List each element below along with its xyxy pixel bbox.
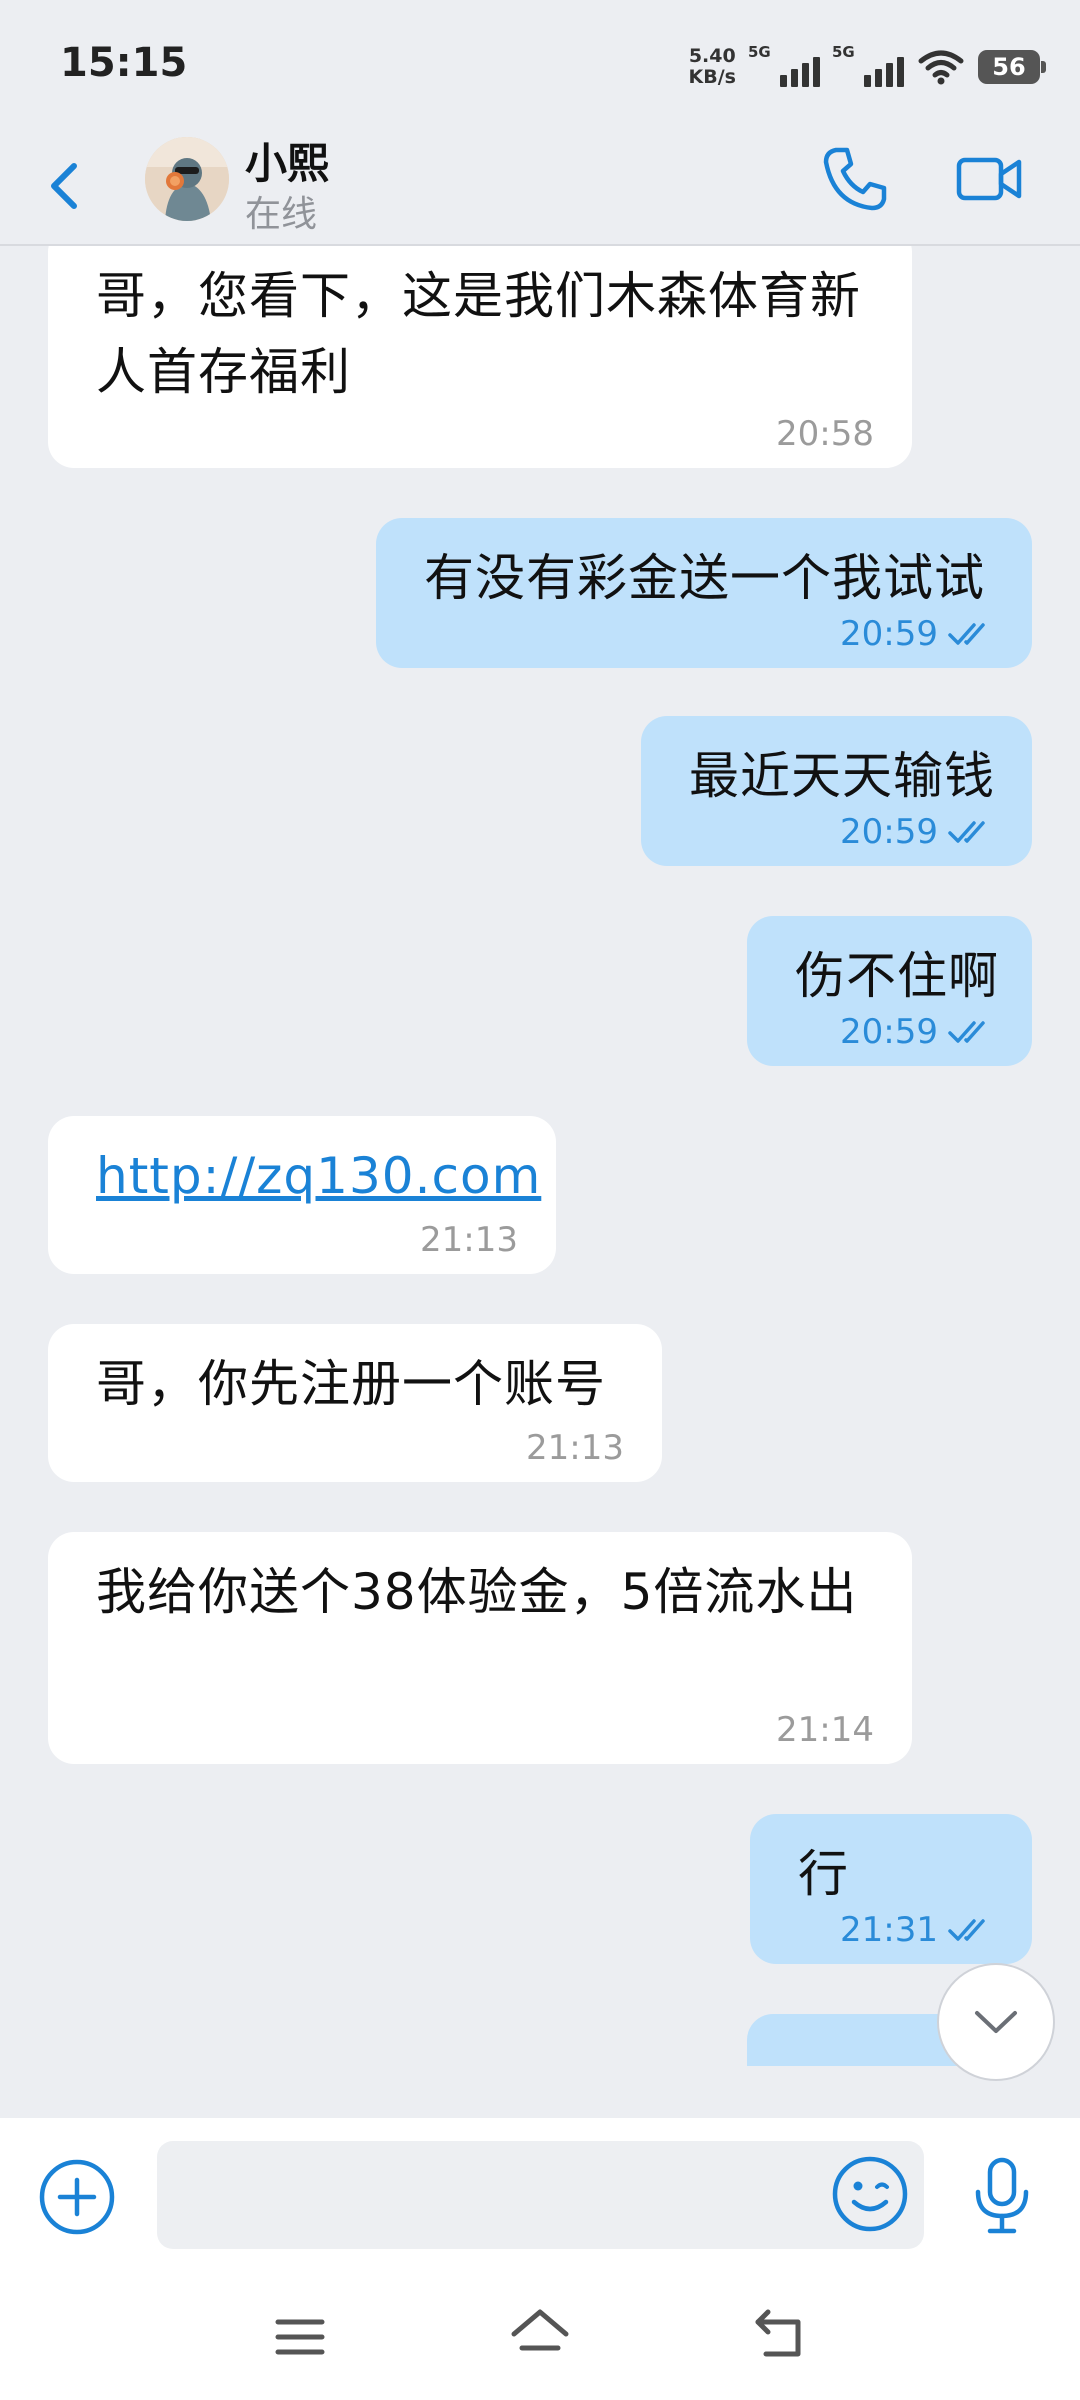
message-time: 20:58 <box>776 414 874 454</box>
sim1-label: 5G <box>748 43 771 61</box>
sim2-label: 5G <box>832 43 855 61</box>
attach-button[interactable] <box>38 2158 116 2236</box>
back-icon <box>755 2309 801 2357</box>
nav-home-button[interactable] <box>508 2304 572 2364</box>
message-bubble-incoming[interactable]: 哥，你先注册一个账号 21:13 <box>48 1324 662 1482</box>
system-navigation-bar <box>0 2288 1080 2400</box>
message-text: 伤不住啊 <box>795 947 999 1005</box>
read-receipt-icon <box>948 821 985 843</box>
avatar[interactable] <box>145 137 229 221</box>
message-text: 有没有彩金送一个我试试 <box>424 549 985 607</box>
message-meta: 21:13 <box>420 1220 518 1260</box>
message-text: 最近天天输钱 <box>689 747 995 805</box>
signal-sim1-icon: 5G <box>748 43 820 87</box>
microphone-icon <box>975 2157 1029 2234</box>
message-meta: 20:59 <box>840 614 994 654</box>
network-speed: 5.40 KB/s <box>689 46 736 88</box>
read-receipt-icon <box>948 1021 985 1043</box>
message-bubble-outgoing[interactable]: 最近天天输钱 20:59 <box>641 716 1032 866</box>
chevron-down-icon <box>975 2011 1017 2033</box>
status-time: 15:15 <box>60 40 188 86</box>
menu-icon <box>275 2319 325 2355</box>
smiley-icon <box>832 2156 908 2232</box>
message-text: 我给你送个38体验金，5倍流水出 <box>96 1563 858 1621</box>
message-text: 行 <box>798 1845 849 1903</box>
message-link-wrap: http://zq130.com <box>96 1138 540 1214</box>
message-bubble-outgoing[interactable]: 伤不住啊 20:59 <box>747 916 1032 1066</box>
message-time: 21:13 <box>526 1428 624 1468</box>
message-time: 20:59 <box>840 1012 938 1052</box>
message-meta: 21:14 <box>776 1710 874 1750</box>
network-speed-unit: KB/s <box>688 66 736 88</box>
message-bubble-incoming[interactable]: 我给你送个38体验金，5倍流水出 21:14 <box>48 1532 912 1764</box>
avatar-image <box>145 137 229 221</box>
message-meta: 20:59 <box>840 1012 994 1052</box>
message-bubble-incoming[interactable]: 哥，您看下，这是我们木森体育新人首存福利 20:58 <box>48 246 912 468</box>
message-meta: 20:58 <box>776 414 874 454</box>
input-bar <box>0 2118 1080 2400</box>
plus-circle-icon <box>39 2159 115 2235</box>
video-call-button[interactable] <box>955 148 1025 210</box>
message-list[interactable]: 哥，您看下，这是我们木森体育新人首存福利 20:58 有没有彩金送一个我试试 2… <box>0 246 1080 2066</box>
read-receipt-icon <box>948 623 985 645</box>
chat-header: 小熙 在线 <box>0 130 1080 246</box>
wifi-icon <box>918 50 964 85</box>
battery-icon: 56 <box>978 50 1046 84</box>
scroll-to-bottom-button[interactable] <box>937 1963 1055 2081</box>
message-bubble-outgoing[interactable]: 有没有彩金送一个我试试 20:59 <box>376 518 1032 668</box>
message-meta: 21:13 <box>526 1428 624 1468</box>
message-time: 20:59 <box>840 614 938 654</box>
message-time: 21:14 <box>776 1710 874 1750</box>
read-receipt-icon <box>948 1919 985 1941</box>
voice-call-button[interactable] <box>820 144 890 214</box>
message-text: 哥，您看下，这是我们木森体育新人首存福利 <box>96 267 861 401</box>
message-link[interactable]: http://zq130.com <box>96 1147 541 1205</box>
message-input[interactable] <box>157 2141 924 2249</box>
status-bar: 15:15 5.40 KB/s 5G 5G 56 <box>0 0 1080 130</box>
back-button[interactable] <box>38 150 94 220</box>
message-bubble-outgoing[interactable]: 行 21:31 <box>750 1814 1032 1964</box>
home-icon <box>511 2309 569 2351</box>
message-text: 哥，你先注册一个账号 <box>96 1355 606 1413</box>
voice-message-button[interactable] <box>970 2156 1034 2236</box>
message-time: 21:13 <box>420 1220 518 1260</box>
contact-name: 小熙 <box>245 139 330 188</box>
phone-icon <box>823 147 887 211</box>
chevron-left-icon <box>51 163 77 209</box>
nav-menu-button[interactable] <box>270 2312 330 2362</box>
nav-back-button[interactable] <box>750 2304 810 2364</box>
message-time: 21:31 <box>840 1910 938 1950</box>
message-time: 20:59 <box>840 812 938 852</box>
battery-level: 56 <box>992 53 1026 81</box>
contact-status: 在线 <box>245 194 318 235</box>
emoji-button[interactable] <box>830 2154 910 2234</box>
signal-sim2-icon: 5G <box>832 43 904 87</box>
network-speed-value: 5.40 <box>688 45 736 67</box>
message-meta: 21:31 <box>840 1910 994 1950</box>
message-bubble-incoming[interactable]: http://zq130.com 21:13 <box>48 1116 556 1274</box>
status-icons: 5.40 KB/s 5G 5G 56 <box>689 42 1046 92</box>
message-meta: 20:59 <box>840 812 994 852</box>
video-camera-icon <box>956 157 1022 201</box>
